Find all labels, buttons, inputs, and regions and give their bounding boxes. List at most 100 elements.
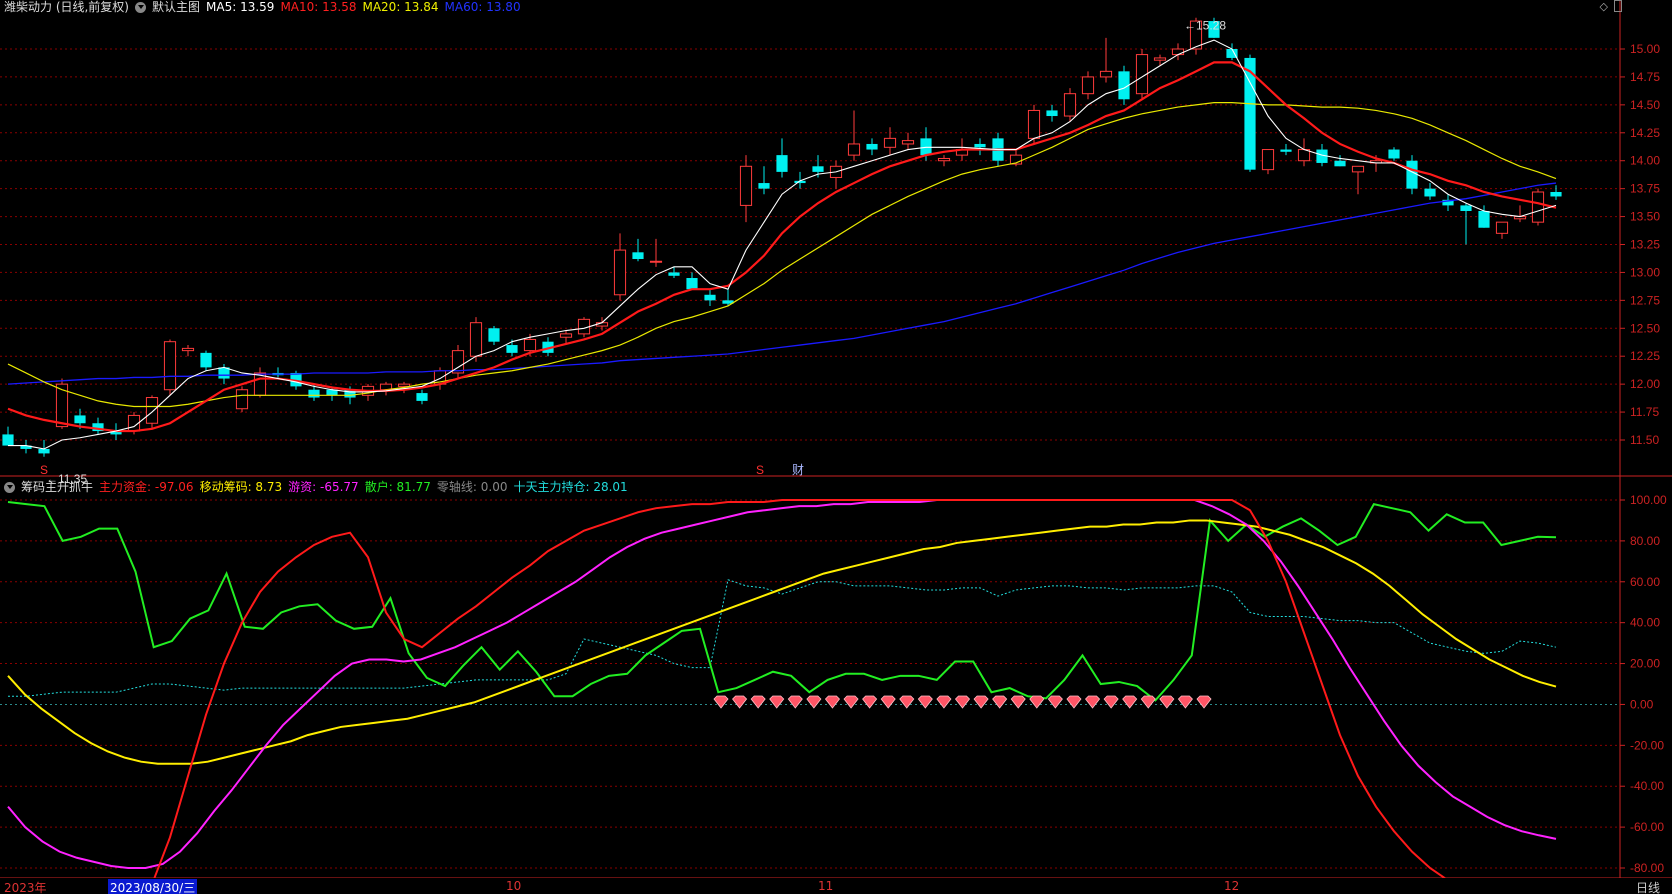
diamond-signal-icon xyxy=(806,695,822,709)
indicator-tick-label: -80.00 xyxy=(1630,861,1664,875)
diamond-signal-icon xyxy=(936,695,952,709)
candle-body-down xyxy=(200,352,212,368)
main-tick-label: 13.25 xyxy=(1630,238,1660,252)
candle-body-down xyxy=(1046,110,1058,117)
s-marker-mid: S xyxy=(756,463,764,477)
month-label-10: 10 xyxy=(506,879,522,893)
candle-body-up xyxy=(181,347,195,352)
high-price-label: ←15.28 xyxy=(1184,19,1226,33)
chart-name[interactable]: 默认主图 xyxy=(152,0,200,14)
candle-body-up xyxy=(1531,191,1545,223)
candle-body-up xyxy=(1081,76,1095,95)
candle-body-down xyxy=(776,155,788,172)
date-cursor-label: 2023/08/30/三 xyxy=(108,879,198,894)
candle-body-up xyxy=(649,260,663,263)
candle-body-up xyxy=(1027,109,1041,139)
diamond-signal-icon xyxy=(713,695,729,709)
zero-line-label: 零轴线: 0.00 xyxy=(436,480,508,494)
scroll-icon[interactable] xyxy=(1614,0,1622,12)
main-tick-label: 11.75 xyxy=(1630,405,1659,419)
candle-body-up xyxy=(1063,93,1077,117)
candle-body-up xyxy=(523,338,537,352)
indicator-tick-label: 20.00 xyxy=(1630,657,1660,671)
candle-body-down xyxy=(1334,160,1346,167)
candle-body-up xyxy=(1099,70,1113,78)
candle-body-up xyxy=(901,140,915,145)
diamond-signal-icon xyxy=(732,695,748,709)
series-line-十天主力持仓 xyxy=(8,579,1557,697)
main-tick-label: 14.00 xyxy=(1630,154,1660,168)
diamond-signal-icon xyxy=(880,695,896,709)
candle-body-down xyxy=(1478,210,1490,228)
candle-body-down xyxy=(1424,188,1436,197)
diamond-signal-icon xyxy=(899,695,915,709)
candle-body-down xyxy=(38,448,50,454)
candle-body-down xyxy=(920,138,932,156)
diamond-icon[interactable]: ◇ xyxy=(1600,0,1608,13)
year-label: 2023年 xyxy=(4,881,47,894)
candle-body-down xyxy=(488,328,500,342)
candle-body-up xyxy=(145,397,159,424)
candle-body-down xyxy=(704,294,716,301)
diamond-signal-icon xyxy=(1122,695,1138,709)
diamond-signal-icon xyxy=(1029,695,1045,709)
indicator-tick-label: 60.00 xyxy=(1630,575,1660,589)
candle-body-up xyxy=(937,157,951,162)
indicator-tick-label: 80.00 xyxy=(1630,534,1660,548)
candle-body-up xyxy=(739,165,753,206)
main-tick-label: 13.75 xyxy=(1630,182,1660,196)
diamond-signal-icon xyxy=(862,695,878,709)
candle-body-up xyxy=(883,137,897,148)
candle-body-down xyxy=(974,143,986,148)
main-chart-legend: 潍柴动力 (日线,前复权) 默认主图 MA5: 13.59 MA10: 13.5… xyxy=(4,0,521,14)
top-right-icons: ◇ xyxy=(1600,0,1622,13)
main-tick-label: 14.25 xyxy=(1630,126,1660,140)
main-tick-label: 13.50 xyxy=(1630,210,1660,224)
chart-stage: 11.50 11.75 12.00 12.25 12.50 12.75 13.00 13.25… xyxy=(0,0,1672,894)
candle-body-down xyxy=(506,345,518,353)
ma5-label: MA5: 13.59 xyxy=(206,0,275,14)
candle-body-up xyxy=(847,143,861,156)
candle-body-up xyxy=(1351,165,1365,173)
diamond-signal-icon xyxy=(769,695,785,709)
main-tick-label: 11.50 xyxy=(1630,433,1659,447)
candle-body-up xyxy=(469,322,483,357)
main-tick-label: 12.25 xyxy=(1630,349,1660,363)
diamond-signal-icon xyxy=(1066,695,1082,709)
ma20-label: MA20: 13.84 xyxy=(362,0,439,14)
indicator-name[interactable]: 筹码主升抓牛 xyxy=(21,480,93,494)
candle-body-down xyxy=(1280,149,1292,152)
diamond-signal-icon xyxy=(1177,695,1193,709)
chart-menu-icon[interactable] xyxy=(135,1,146,13)
diamond-signal-icon xyxy=(1085,695,1101,709)
candle-body-down xyxy=(866,143,878,150)
diamond-signal-icon xyxy=(824,695,840,709)
stock-title[interactable]: 潍柴动力 (日线,前复权) xyxy=(4,0,129,14)
diamond-signal-icon xyxy=(954,695,971,709)
indicator-tick-label: 0.00 xyxy=(1630,697,1654,711)
indicator-tick-label: 40.00 xyxy=(1630,616,1660,630)
candle-body-down xyxy=(812,166,824,172)
candle-body-down xyxy=(1550,191,1562,197)
candle-body-up xyxy=(1495,221,1509,234)
indicator-menu-icon[interactable] xyxy=(4,481,15,493)
ten-day-label: 十天主力持仓: 28.01 xyxy=(513,480,628,494)
indicator-tick-label: 100.00 xyxy=(1630,493,1667,507)
candle-body-down xyxy=(1460,205,1472,211)
period-button[interactable]: 日线 xyxy=(1636,879,1660,894)
series-line-散户 xyxy=(7,501,1557,702)
indicator-tick-label: -60.00 xyxy=(1630,820,1664,834)
ma10-label: MA10: 13.58 xyxy=(280,0,357,14)
candle-body-down xyxy=(686,278,698,290)
main-tick-label: 14.50 xyxy=(1630,98,1660,112)
main-tick-label: 13.00 xyxy=(1630,265,1660,279)
candle-body-down xyxy=(758,183,770,189)
candle-body-up xyxy=(613,249,627,296)
candle-body-up xyxy=(235,389,249,410)
candle-body-down xyxy=(2,434,14,446)
retail-label: 散户: 81.77 xyxy=(364,480,431,494)
s-marker-left: S xyxy=(40,463,48,477)
hot-money-label: 游资: -65.77 xyxy=(288,480,359,494)
diamond-signal-icon xyxy=(750,695,766,709)
month-label-12: 12 xyxy=(1224,879,1240,893)
